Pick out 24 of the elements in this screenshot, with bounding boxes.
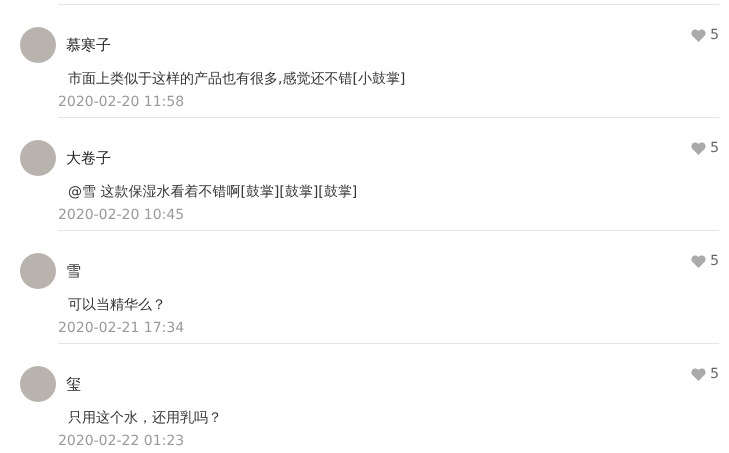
like-count: 5 bbox=[710, 27, 719, 43]
heart-icon[interactable] bbox=[691, 142, 706, 154]
comment-time: 2020-02-20 11:58 bbox=[58, 93, 186, 111]
avatar bbox=[20, 253, 56, 289]
avatar bbox=[20, 140, 56, 176]
avatar bbox=[20, 27, 56, 63]
heart-icon[interactable] bbox=[691, 28, 706, 42]
author-name: 雪 bbox=[66, 262, 81, 282]
comment-time: 2020-02-20 10:45 bbox=[58, 206, 186, 224]
like-count: 5 bbox=[710, 140, 719, 156]
author-name: 玺 bbox=[66, 375, 81, 395]
comment-text: 只用这个水，还用乳吗？ bbox=[68, 409, 223, 427]
comment-text: @雪 这款保湿水看着不错啊[鼓掌][鼓掌][鼓掌] bbox=[68, 183, 358, 201]
comment-time: 2020-02-21 17:34 bbox=[58, 319, 186, 337]
author-name: 大卷子 bbox=[66, 149, 111, 169]
like-count: 5 bbox=[710, 366, 719, 382]
avatar bbox=[20, 366, 56, 402]
heart-icon[interactable] bbox=[691, 368, 706, 380]
comment-text: 可以当精华么？ bbox=[68, 296, 167, 314]
comment-time: 2020-02-22 01:23 bbox=[58, 432, 186, 450]
author-name: 慕寒子 bbox=[66, 36, 111, 56]
like-count: 5 bbox=[710, 253, 719, 269]
comment-text: 市面上类似于这样的产品也有很多,感觉还不错[小鼓掌] bbox=[68, 70, 406, 88]
heart-icon[interactable] bbox=[691, 254, 706, 268]
